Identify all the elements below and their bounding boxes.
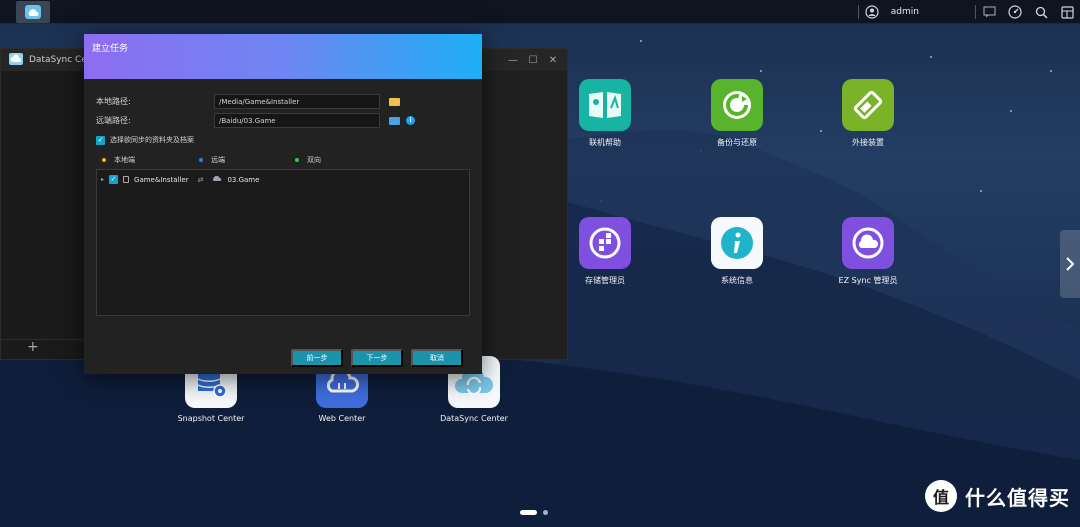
- maximize-button[interactable]: ☐: [525, 55, 541, 66]
- tree-row-checkbox[interactable]: ✓: [109, 175, 119, 184]
- watermark-text: 什么值得买: [965, 485, 1070, 510]
- taskbar-right-group: admin: [857, 0, 1080, 24]
- info-icon[interactable]: i: [406, 116, 415, 125]
- next-step-button[interactable]: 下一步: [351, 349, 403, 367]
- desktop-app-external-device[interactable]: 外接装置: [818, 79, 918, 148]
- system-info-icon: [711, 217, 763, 269]
- tree-row[interactable]: ▸ ✓ Game&Installer ⇄ 03.Game: [101, 175, 259, 184]
- app-label: Snapshot Center: [177, 414, 245, 423]
- legend-remote: 远端: [199, 155, 225, 165]
- watermark-logo: 值: [925, 480, 957, 512]
- legend-dot-local: [102, 158, 106, 162]
- close-button[interactable]: ✕: [545, 55, 561, 66]
- remote-path-label: 远端路径:: [96, 116, 131, 125]
- datasync-taskbar-icon: [25, 5, 41, 19]
- sync-direction-icon[interactable]: ⇄: [198, 176, 204, 184]
- select-folders-option[interactable]: ✓ 选择欲同步的资料夹及档案: [96, 135, 194, 145]
- backup-restore-icon: [711, 79, 763, 131]
- ez-sync-icon: [842, 217, 894, 269]
- dialog-title: 建立任务: [92, 44, 129, 54]
- prev-step-button[interactable]: 前一步: [291, 349, 343, 367]
- external-device-icon: [842, 79, 894, 131]
- legend-local: 本地端: [102, 155, 135, 165]
- app-label: 联机帮助: [589, 138, 621, 147]
- remote-path-input[interactable]: /Baidu/03.Game: [214, 113, 380, 128]
- local-path-input[interactable]: /Media/Game&Installer: [214, 94, 380, 109]
- widgets-icon[interactable]: [1054, 0, 1080, 24]
- top-taskbar: admin: [0, 0, 1080, 24]
- remote-path-row: 远端路径: /Baidu/03.Game i: [96, 113, 415, 128]
- tree-remote-name: 03.Game: [227, 175, 260, 184]
- watermark: 值 什么值得买: [925, 480, 1070, 512]
- select-folders-checkbox[interactable]: ✓: [96, 135, 105, 145]
- dashboard-icon[interactable]: [1002, 0, 1028, 24]
- window-controls: — ☐ ✕: [505, 49, 561, 71]
- app-label: 外接装置: [852, 138, 884, 147]
- desktop-app-ez-sync[interactable]: EZ Sync 管理员: [818, 217, 918, 286]
- legend-label-local: 本地端: [114, 156, 135, 164]
- desktop-app-storage-manager[interactable]: 存储管理员: [555, 217, 655, 286]
- folder-tree: ▸ ✓ Game&Installer ⇄ 03.Game: [96, 169, 470, 316]
- help-book-icon: [579, 79, 631, 131]
- desktop-app-online-help[interactable]: 联机帮助: [555, 79, 655, 148]
- page-indicator: [520, 510, 548, 515]
- page-dot[interactable]: [543, 510, 548, 515]
- select-folders-label: 选择欲同步的资料夹及档案: [110, 136, 194, 144]
- app-label: Web Center: [318, 414, 366, 423]
- app-label: 存储管理员: [585, 276, 625, 285]
- dialog-buttons: 前一步 下一步 取消: [291, 349, 463, 367]
- expand-caret-icon[interactable]: ▸: [101, 176, 104, 183]
- create-task-dialog: 建立任务 本地路径: /Media/Game&Installer 远端路径: /…: [84, 34, 482, 374]
- local-path-row: 本地路径: /Media/Game&Installer: [96, 94, 400, 109]
- chat-icon[interactable]: [976, 0, 1002, 24]
- desktop-app-backup-restore[interactable]: 备份与还原: [687, 79, 787, 148]
- storage-manager-icon: [579, 217, 631, 269]
- dialog-header: 建立任务: [84, 34, 482, 79]
- chevron-right-icon: [1066, 257, 1075, 271]
- username-label[interactable]: admin: [891, 7, 919, 17]
- folder-icon[interactable]: [389, 97, 400, 106]
- app-label: EZ Sync 管理员: [838, 276, 898, 285]
- desktop-app-system-info[interactable]: 系统信息: [687, 217, 787, 286]
- legend-dot-both: [295, 158, 299, 162]
- share-folder-icon: [123, 176, 130, 183]
- tree-local-name: Game&Installer: [134, 175, 189, 184]
- app-label: 系统信息: [721, 276, 753, 285]
- window-sidebar: [1, 71, 85, 359]
- legend-both: 双向: [295, 155, 321, 165]
- next-page-arrow[interactable]: [1060, 230, 1080, 298]
- cloud-icon: [212, 175, 222, 184]
- legend-label-remote: 远端: [211, 156, 225, 164]
- minimize-button[interactable]: —: [505, 55, 521, 66]
- sidebar-bottom-bar: +: [1, 339, 85, 359]
- cancel-button[interactable]: 取消: [411, 349, 463, 367]
- legend-dot-remote: [199, 158, 203, 162]
- search-icon[interactable]: [1028, 0, 1054, 24]
- add-task-button[interactable]: +: [27, 339, 39, 355]
- local-path-label: 本地路径:: [96, 97, 131, 106]
- datasync-taskbar-button[interactable]: [16, 1, 50, 23]
- cloud-folder-icon[interactable]: [389, 116, 400, 125]
- app-label: DataSync Center: [440, 414, 508, 423]
- user-icon[interactable]: [859, 0, 885, 24]
- datasync-window-icon: [9, 52, 23, 68]
- page-dot-active[interactable]: [520, 510, 537, 515]
- app-label: 备份与还原: [717, 138, 757, 147]
- legend-label-both: 双向: [307, 156, 321, 164]
